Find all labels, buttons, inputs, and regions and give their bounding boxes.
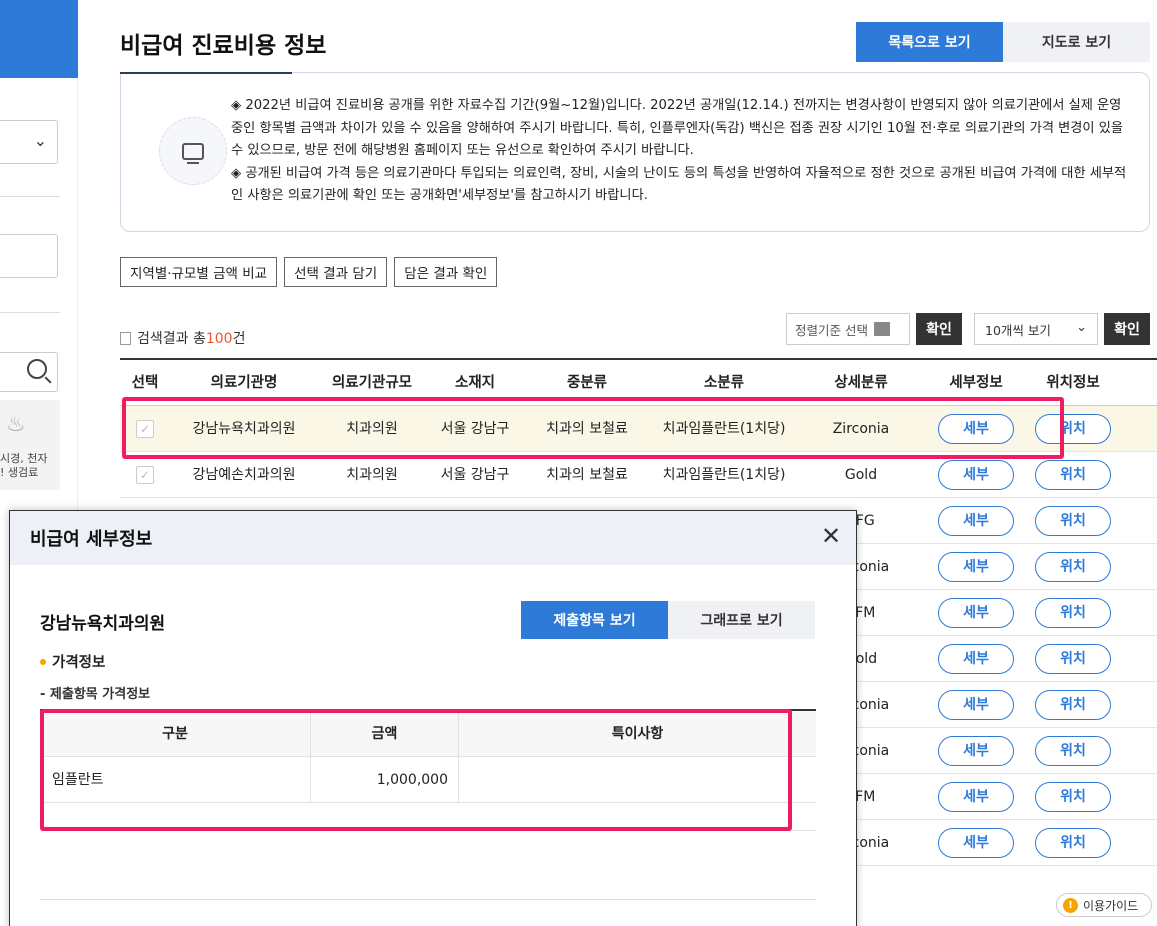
view-toggle: 목록으로 보기 지도로 보기 xyxy=(856,22,1150,62)
col-header: 중분류 xyxy=(566,374,608,391)
location-button[interactable]: 위치 xyxy=(1035,643,1111,674)
row-checkbox[interactable]: ✓ xyxy=(136,419,154,438)
detail-button[interactable]: 세부 xyxy=(938,505,1014,536)
list-icon xyxy=(873,322,890,336)
detail-button[interactable]: 세부 xyxy=(938,735,1014,766)
notice-text: ◈ 2022년 비급여 진료비용 공개를 위한 자료수집 기간(9월~12월)입… xyxy=(231,98,1127,203)
col-header: 선택 xyxy=(131,374,159,391)
location-button[interactable]: 위치 xyxy=(1035,735,1111,766)
detail-button[interactable]: 세부 xyxy=(938,827,1014,858)
compare-button[interactable]: 지역별·규모별 금액 비교 xyxy=(120,257,278,287)
col-header: 의료기관명 xyxy=(210,374,278,391)
sort-select[interactable]: 정렬기준 선택 xyxy=(786,313,910,345)
left-divider xyxy=(0,196,60,197)
row-checkbox[interactable]: ✓ xyxy=(136,465,154,484)
detail-button[interactable]: 세부 xyxy=(938,781,1014,812)
notice-tab-accent xyxy=(120,72,292,74)
modal-title: 비급여 세부정보 xyxy=(30,529,153,550)
action-buttons: 지역별·규모별 금액 비교 선택 결과 담기 담은 결과 확인 xyxy=(120,257,498,287)
result-count: 검색결과 총100건 xyxy=(120,328,245,348)
table-row: ✓ 강남예손치과의원 치과의원 서울 강남구 치과의 보철료 치과임플란트(1치… xyxy=(120,452,1157,498)
location-button[interactable]: 위치 xyxy=(1035,781,1111,812)
location-button[interactable]: 위치 xyxy=(1035,505,1111,536)
cell-size: 치과의원 xyxy=(346,420,398,437)
modal-header: 비급여 세부정보 ✕ xyxy=(10,511,856,565)
document-icon xyxy=(120,331,131,345)
table-row: ✓ 강남뉴욕치과의원 치과의원 서울 강남구 치과의 보철료 치과임플란트(1치… xyxy=(120,406,1157,452)
left-search-input[interactable] xyxy=(0,352,58,392)
subsection-title: - 제출항목 가격정보 xyxy=(40,687,151,702)
table-header-row: 선택 의료기관명 의료기관규모 소재지 중분류 소분류 상세분류 세부정보 위치… xyxy=(120,360,1157,406)
cell-name: 강남예손치과의원 xyxy=(192,466,296,483)
col-header: 소분류 xyxy=(703,374,745,391)
left-card-text: 시경, 천자! 생검료 xyxy=(0,452,48,479)
col-header: 소재지 xyxy=(454,374,496,391)
monitor-icon xyxy=(159,117,227,185)
modal-divider xyxy=(40,899,816,900)
chevron-down-icon: ⌄ xyxy=(33,131,47,150)
tab-submitted-items[interactable]: 제출항목 보기 xyxy=(521,601,668,639)
modal-hospital-name: 강남뉴욕치과의원 xyxy=(40,614,166,634)
modal-view-toggle: 제출항목 보기 그래프로 보기 xyxy=(521,601,815,639)
page-title: 비급여 진료비용 정보 xyxy=(120,33,327,59)
location-button[interactable]: 위치 xyxy=(1035,689,1111,720)
cell-sub: 치과임플란트(1치당) xyxy=(662,420,786,437)
notice-box: ◈ 2022년 비급여 진료비용 공개를 위한 자료수집 기간(9월~12월)입… xyxy=(120,72,1150,232)
cell-mid: 치과의 보철료 xyxy=(546,466,628,483)
col-header: 위치정보 xyxy=(1046,374,1100,391)
col-header: 상세분류 xyxy=(834,374,888,391)
view-saved-button[interactable]: 담은 결과 확인 xyxy=(394,257,498,287)
perpage-select[interactable]: 10개씩 보기 ⌄ xyxy=(974,313,1098,345)
left-sidebar-header xyxy=(0,0,78,78)
info-icon: ! xyxy=(1063,897,1078,913)
cell-location: 서울 강남구 xyxy=(440,466,510,483)
cell-location: 서울 강남구 xyxy=(440,420,510,437)
detail-button[interactable]: 세부 xyxy=(938,459,1014,490)
cell-size: 치과의원 xyxy=(346,466,398,483)
left-text-input[interactable] xyxy=(0,234,58,278)
category-icon: ♨ xyxy=(6,412,26,437)
detail-button[interactable]: 세부 xyxy=(938,643,1014,674)
location-button[interactable]: 위치 xyxy=(1035,827,1111,858)
cell-name: 강남뉴욕치과의원 xyxy=(192,420,296,437)
location-button[interactable]: 위치 xyxy=(1035,551,1111,582)
col-header: 의료기관규모 xyxy=(331,374,413,391)
bullet-icon xyxy=(40,658,46,665)
col-header: 세부정보 xyxy=(949,374,1003,391)
left-category-card[interactable]: ♨ 시경, 천자! 생검료 xyxy=(0,400,60,490)
sort-confirm-button[interactable]: 확인 xyxy=(916,313,962,345)
location-button[interactable]: 위치 xyxy=(1035,413,1111,444)
save-selection-button[interactable]: 선택 결과 담기 xyxy=(284,257,388,287)
detail-button[interactable]: 세부 xyxy=(938,689,1014,720)
detail-button[interactable]: 세부 xyxy=(938,413,1014,444)
close-icon[interactable]: ✕ xyxy=(816,521,846,551)
user-guide-button[interactable]: ! 이용가이드 xyxy=(1056,893,1152,917)
price-highlight-annotation xyxy=(40,709,792,831)
tab-graph[interactable]: 그래프로 보기 xyxy=(668,601,815,639)
cell-detail: Gold xyxy=(844,466,878,483)
cell-sub: 치과임플란트(1치당) xyxy=(662,466,786,483)
chevron-down-icon: ⌄ xyxy=(1076,320,1087,335)
location-button[interactable]: 위치 xyxy=(1035,597,1111,628)
section-title: 가격정보 xyxy=(40,651,105,672)
detail-button[interactable]: 세부 xyxy=(938,551,1014,582)
location-button[interactable]: 위치 xyxy=(1035,459,1111,490)
left-divider xyxy=(0,312,60,313)
detail-modal: 비급여 세부정보 ✕ 강남뉴욕치과의원 제출항목 보기 그래프로 보기 가격정보… xyxy=(9,510,857,926)
detail-button[interactable]: 세부 xyxy=(938,597,1014,628)
perpage-confirm-button[interactable]: 확인 xyxy=(1104,313,1150,345)
cell-mid: 치과의 보철료 xyxy=(546,420,628,437)
view-map-button[interactable]: 지도로 보기 xyxy=(1003,22,1150,62)
cell-detail: Zirconia xyxy=(832,420,890,437)
search-icon[interactable] xyxy=(27,359,47,379)
view-list-button[interactable]: 목록으로 보기 xyxy=(856,22,1003,62)
left-region-select[interactable]: ⌄ xyxy=(0,120,58,164)
